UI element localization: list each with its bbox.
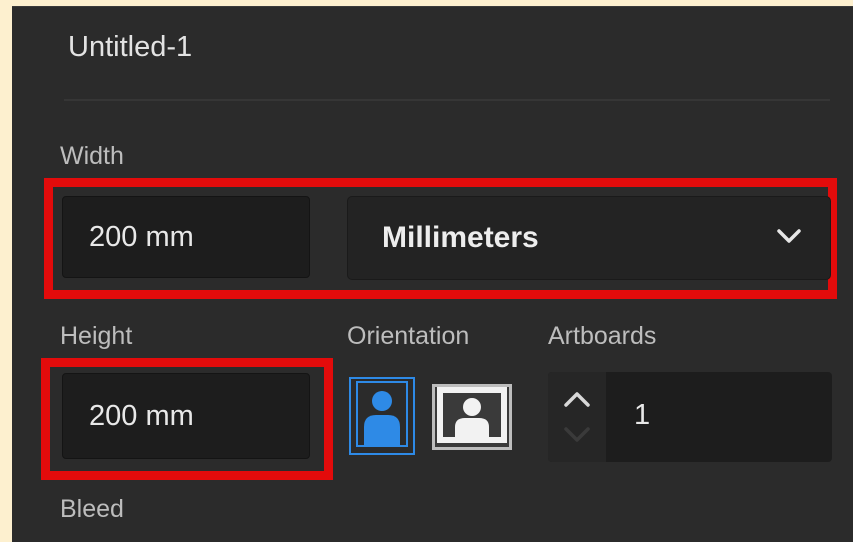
height-value: 200 mm bbox=[89, 399, 194, 432]
height-label: Height bbox=[60, 322, 133, 350]
height-input[interactable]: 200 mm bbox=[62, 373, 310, 459]
portrait-person-icon bbox=[356, 380, 408, 452]
chevron-down-icon bbox=[776, 228, 802, 249]
divider bbox=[64, 99, 830, 101]
chevron-down-small-icon[interactable] bbox=[562, 425, 592, 448]
stepper-buttons bbox=[548, 372, 606, 462]
document-name-input[interactable]: Untitled-1 bbox=[68, 31, 192, 64]
bleed-label: Bleed bbox=[60, 495, 124, 523]
artboards-stepper[interactable]: 1 bbox=[548, 372, 832, 462]
landscape-orientation-button[interactable] bbox=[432, 384, 512, 450]
portrait-orientation-button[interactable] bbox=[349, 377, 415, 455]
chevron-up-icon[interactable] bbox=[562, 390, 592, 413]
width-input[interactable]: 200 mm bbox=[62, 196, 310, 278]
orientation-label: Orientation bbox=[347, 322, 470, 350]
artboards-label: Artboards bbox=[548, 322, 657, 350]
landscape-person-icon bbox=[437, 386, 507, 448]
unit-select[interactable]: Millimeters bbox=[347, 196, 831, 280]
width-value: 200 mm bbox=[89, 220, 194, 253]
artboards-value: 1 bbox=[634, 399, 651, 431]
width-label: Width bbox=[60, 142, 124, 170]
unit-value: Millimeters bbox=[382, 221, 539, 254]
